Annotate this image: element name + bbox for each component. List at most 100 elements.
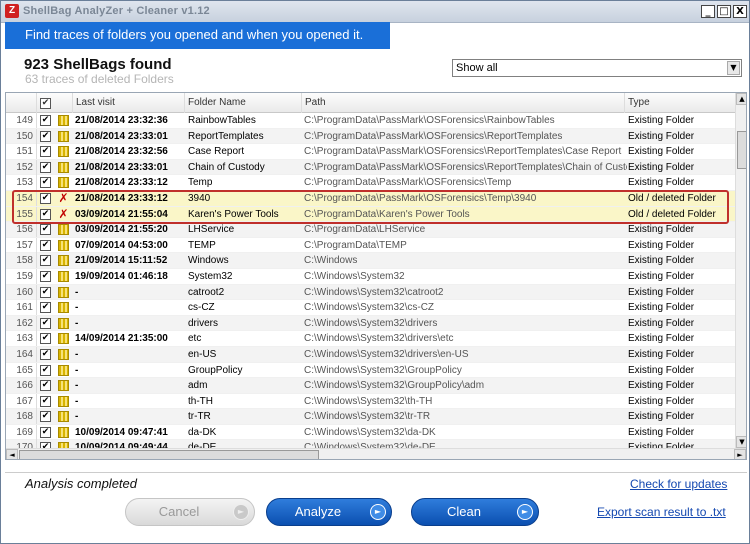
table-row[interactable]: 149 ✔ 21/08/2014 23:32:36 RainbowTables C:\P… (6, 113, 735, 129)
table-row[interactable]: 161 ✔ - cs-CZ C:\Windows\System32\cs-CZ Exist… (6, 300, 735, 316)
folder-name-cell: Temp (188, 177, 213, 189)
column-header-number[interactable] (6, 93, 37, 113)
folder-name-cell: drivers (188, 317, 219, 329)
row-checkbox[interactable]: ✔ (40, 115, 51, 126)
path-cell: C:\Windows\System32\drivers (304, 317, 438, 329)
folder-name-cell: cs-CZ (188, 302, 215, 314)
table-row[interactable]: 150 ✔ 21/08/2014 23:33:01 ReportTemplates C:… (6, 128, 735, 145)
table-row[interactable]: 159 ✔ 19/09/2014 01:46:18 System32 C:\Window… (6, 268, 735, 285)
column-header-type[interactable]: Type (625, 93, 735, 113)
arrow-right-icon: ► (370, 504, 386, 520)
folder-icon (58, 177, 69, 189)
folder-name-cell: Case Report (188, 146, 245, 158)
row-checkbox[interactable]: ✔ (40, 177, 51, 189)
filter-dropdown[interactable]: Show all ▼ (452, 59, 742, 77)
table-row[interactable]: 166 ✔ - adm C:\Windows\System32\GroupPolicy\… (6, 378, 735, 394)
table-row[interactable]: 169 ✔ 10/09/2014 09:47:41 da-DK C:\Windows\S… (6, 424, 735, 441)
row-checkbox[interactable]: ✔ (40, 286, 51, 298)
type-cell: Existing Folder (628, 161, 695, 173)
horizontal-scroll-thumb[interactable] (19, 450, 319, 459)
row-checkbox[interactable]: ✔ (40, 239, 51, 251)
column-header-last-visit[interactable]: Last visit (73, 93, 185, 113)
row-checkbox[interactable]: ✔ (40, 426, 51, 438)
table-row[interactable]: 151 ✔ 21/08/2014 23:32:56 Case Report C:\Pro… (6, 144, 735, 160)
deleted-count-text: 63 traces of deleted Folders (25, 72, 174, 86)
type-cell: Existing Folder (628, 224, 695, 236)
row-number: 157 (6, 237, 37, 253)
table-row[interactable]: 153 ✔ 21/08/2014 23:33:12 Temp C:\ProgramDat… (6, 175, 735, 191)
folder-icon (58, 333, 69, 345)
table-header: ✔ Last visit Folder Name Path Type (6, 93, 735, 113)
row-number: 169 (6, 424, 37, 440)
row-checkbox[interactable]: ✔ (40, 302, 51, 314)
row-checkbox[interactable]: ✔ (40, 333, 51, 345)
row-checkbox[interactable]: ✔ (40, 364, 51, 376)
folder-name-cell: en-US (188, 348, 217, 360)
table-row[interactable]: 164 ✔ - en-US C:\Windows\System32\drivers\en… (6, 346, 735, 363)
folder-name-cell: da-DK (188, 426, 217, 438)
close-button[interactable]: X (733, 5, 747, 18)
folder-name-cell: System32 (188, 270, 233, 282)
type-cell: Existing Folder (628, 302, 695, 314)
scroll-left-icon[interactable]: ◄ (6, 449, 18, 459)
row-checkbox[interactable]: ✔ (40, 224, 51, 236)
table-row[interactable]: 156 ✔ 03/09/2014 21:55:20 LHService C:\Progr… (6, 222, 735, 238)
vertical-scrollbar[interactable]: ▲ ▼ (735, 93, 746, 448)
row-checkbox[interactable]: ✔ (40, 130, 51, 142)
folder-icon (58, 411, 69, 423)
column-header-folder-name[interactable]: Folder Name (185, 93, 302, 113)
folder-icon (58, 317, 69, 329)
table-row[interactable]: 168 ✔ - tr-TR C:\Windows\System32\tr-TR Exist… (6, 409, 735, 425)
row-checkbox[interactable]: ✔ (40, 348, 51, 360)
clean-button[interactable]: Clean ► (411, 498, 539, 526)
horizontal-scrollbar[interactable]: ◄ ► (6, 448, 746, 459)
minimize-button[interactable]: _ (701, 5, 715, 18)
select-all-checkbox[interactable]: ✔ (40, 98, 51, 109)
path-cell: C:\Windows\System32\da-DK (304, 426, 436, 438)
type-cell: Existing Folder (628, 380, 695, 392)
last-visit-cell: - (75, 302, 79, 314)
export-results-link[interactable]: Export scan result to .txt (597, 505, 726, 519)
scroll-up-icon[interactable]: ▲ (736, 93, 746, 105)
check-updates-link[interactable]: Check for updates (630, 477, 727, 491)
last-visit-cell: 07/09/2014 04:53:00 (75, 239, 168, 251)
path-cell: C:\Windows\System32\catroot2 (304, 286, 444, 298)
table-row[interactable]: 162 ✔ - drivers C:\Windows\System32\drivers E… (6, 315, 735, 332)
scroll-right-icon[interactable]: ► (734, 449, 746, 459)
column-header-select-all[interactable]: ✔ (37, 93, 73, 113)
row-checkbox[interactable]: ✔ (40, 255, 51, 267)
analyze-button[interactable]: Analyze ► (266, 498, 392, 526)
path-cell: C:\ProgramData\PassMark\OSForensics\Repo… (304, 130, 563, 142)
row-number: 165 (6, 362, 37, 378)
maximize-button[interactable]: □ (717, 5, 731, 18)
cancel-button[interactable]: Cancel ► (125, 498, 255, 526)
table-row[interactable]: 165 ✔ - GroupPolicy C:\Windows\System32\Grou… (6, 362, 735, 379)
scroll-down-icon[interactable]: ▼ (736, 436, 746, 448)
column-header-path[interactable]: Path (302, 93, 625, 113)
analyze-label: Analyze (294, 504, 342, 519)
folder-name-cell: tr-TR (188, 411, 211, 423)
row-checkbox[interactable]: ✔ (40, 380, 51, 392)
row-checkbox[interactable]: ✔ (40, 395, 51, 407)
table-row[interactable]: 152 ✔ 21/08/2014 23:33:01 Chain of Custody C… (6, 159, 735, 176)
path-cell: C:\Windows\System32\drivers\etc (304, 333, 454, 345)
table-row[interactable]: 160 ✔ - catroot2 C:\Windows\System32\catroot… (6, 284, 735, 301)
table-row[interactable]: 158 ✔ 21/09/2014 15:11:52 Windows C:\Windows… (6, 253, 735, 269)
path-cell: C:\Windows\System32\tr-TR (304, 411, 431, 423)
row-checkbox[interactable]: ✔ (40, 317, 51, 329)
row-number: 153 (6, 175, 37, 191)
folder-icon (58, 255, 69, 267)
path-cell: C:\Windows\System32\cs-CZ (304, 302, 435, 314)
table-row[interactable]: 157 ✔ 07/09/2014 04:53:00 TEMP C:\ProgramDat… (6, 237, 735, 254)
path-cell: C:\ProgramData\PassMark\OSForensics\Rain… (304, 115, 555, 126)
table-row[interactable]: 163 ✔ 14/09/2014 21:35:00 etc C:\Windows\Sys… (6, 331, 735, 347)
row-checkbox[interactable]: ✔ (40, 161, 51, 173)
row-number: 166 (6, 378, 37, 394)
chevron-down-icon[interactable]: ▼ (727, 61, 740, 75)
table-row[interactable]: 167 ✔ - th-TH C:\Windows\System32\th-TH Exist… (6, 393, 735, 410)
vertical-scroll-thumb[interactable] (737, 131, 746, 169)
row-number: 164 (6, 346, 37, 362)
row-checkbox[interactable]: ✔ (40, 146, 51, 158)
row-checkbox[interactable]: ✔ (40, 270, 51, 282)
row-checkbox[interactable]: ✔ (40, 411, 51, 423)
